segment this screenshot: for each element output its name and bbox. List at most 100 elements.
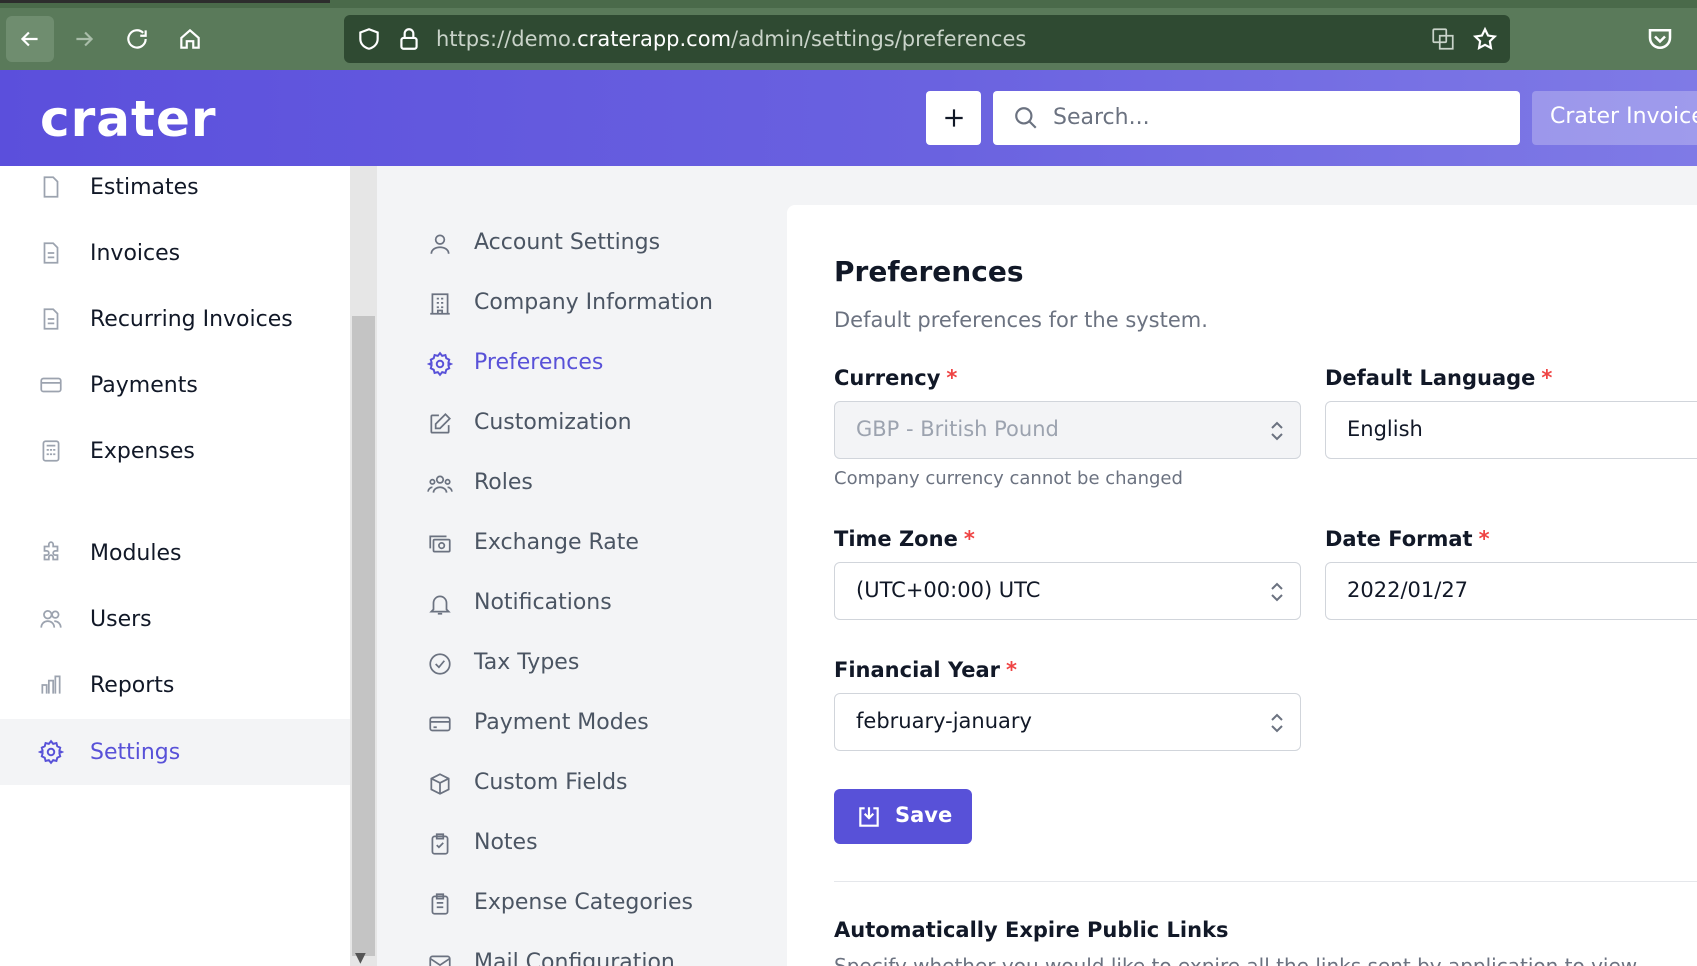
browser-toolbar: https://demo.craterapp.com/admin/setting…	[0, 0, 1697, 70]
settings-nav-expense-categories[interactable]: Expense Categories	[377, 878, 787, 930]
global-search-input[interactable]: Search...	[993, 91, 1520, 145]
office-building-icon	[430, 293, 450, 315]
browser-tab-edge	[0, 0, 330, 3]
settings-nav-customization[interactable]: Customization	[377, 398, 787, 450]
sidebar-item-modules[interactable]: Modules	[0, 520, 350, 586]
plus-icon	[944, 109, 963, 127]
settings-nav-company-information[interactable]: Company Information	[377, 278, 787, 330]
arrow-left-icon	[20, 31, 38, 47]
forward-button[interactable]	[60, 16, 108, 62]
required-mark: *	[1478, 527, 1490, 551]
settings-nav-payment-modes[interactable]: Payment Modes	[377, 698, 787, 750]
expire-links-description: Specify whether you would like to expire…	[834, 954, 1638, 966]
settings-nav-label: Exchange Rate	[474, 530, 639, 555]
date-format-select[interactable]: 2022/01/27	[1325, 562, 1697, 620]
settings-nav: Account Settings Company Information Pre…	[377, 166, 787, 966]
settings-nav-label: Custom Fields	[474, 770, 628, 795]
settings-nav-label: Account Settings	[474, 230, 661, 255]
cash-icon	[429, 535, 451, 553]
lock-icon	[400, 28, 418, 50]
sidebar-item-payments[interactable]: Payments	[0, 352, 350, 418]
sidebar-item-estimates[interactable]: Estimates	[0, 154, 350, 220]
back-button[interactable]	[6, 16, 54, 62]
save-download-icon	[859, 807, 879, 827]
currency-hint: Company currency cannot be changed	[834, 468, 1183, 489]
crater-logo[interactable]: crater	[40, 90, 217, 148]
language-label: Default Language *	[1325, 366, 1553, 390]
pencil-square-icon	[430, 413, 451, 434]
page-subtitle: Default preferences for the system.	[834, 308, 1208, 332]
sidebar-item-recurring-invoices[interactable]: Recurring Invoices	[0, 286, 350, 352]
save-button-label: Save	[895, 803, 953, 827]
puzzle-icon	[43, 541, 59, 561]
settings-nav-roles[interactable]: Roles	[377, 458, 787, 510]
clipboard-list-icon	[431, 893, 449, 915]
settings-nav-notes[interactable]: Notes	[377, 818, 787, 870]
sidebar-item-reports[interactable]: Reports	[0, 652, 350, 718]
cube-icon	[430, 773, 450, 795]
required-mark: *	[963, 527, 975, 551]
required-mark: *	[1541, 366, 1553, 390]
sidebar-item-label: Modules	[90, 540, 182, 566]
settings-nav-preferences[interactable]: Preferences	[377, 338, 787, 390]
settings-nav-label: Mail Configuration	[474, 950, 675, 966]
user-icon	[430, 234, 450, 254]
settings-nav-label: Preferences	[474, 350, 604, 375]
financial-year-select[interactable]: february-january	[834, 693, 1301, 751]
document-text-icon	[43, 242, 59, 264]
settings-nav-label: Roles	[474, 470, 533, 495]
quick-create-button[interactable]	[926, 91, 981, 145]
pocket-icon[interactable]	[1645, 24, 1675, 54]
scroll-down-arrow-icon[interactable]: ▼	[355, 950, 366, 966]
sidebar-item-settings[interactable]: Settings	[0, 719, 350, 785]
settings-nav-account-settings[interactable]: Account Settings	[377, 218, 787, 270]
required-mark: *	[946, 366, 958, 390]
chart-bar-icon	[41, 675, 61, 694]
mail-icon	[429, 955, 451, 966]
save-button[interactable]: Save	[834, 789, 972, 844]
currency-value: GBP - British Pound	[856, 417, 1059, 441]
main-sidebar: Estimates Invoices Recurring Invoices Pa…	[0, 166, 350, 966]
expire-links-title: Automatically Expire Public Links	[834, 918, 1229, 942]
home-icon	[180, 28, 200, 49]
settings-nav-custom-fields[interactable]: Custom Fields	[377, 758, 787, 810]
settings-nav-exchange-rate[interactable]: Exchange Rate	[377, 518, 787, 570]
financial-year-label: Financial Year *	[834, 658, 1017, 682]
settings-nav-tax-types[interactable]: Tax Types	[377, 638, 787, 690]
translate-icon[interactable]	[1430, 26, 1456, 52]
app-header: crater Search... Crater Invoice	[0, 70, 1697, 166]
bookmark-star-icon[interactable]	[1472, 26, 1498, 52]
sidebar-scrollbar-thumb[interactable]	[352, 316, 375, 956]
clipboard-check-icon	[431, 833, 449, 855]
settings-nav-label: Company Information	[474, 290, 714, 315]
date-format-label: Date Format *	[1325, 527, 1490, 551]
sidebar-item-expenses[interactable]: Expenses	[0, 418, 350, 484]
settings-nav-label: Payment Modes	[474, 710, 649, 735]
search-placeholder: Search...	[1053, 105, 1150, 130]
chevron-up-down-icon	[1271, 713, 1283, 733]
home-button[interactable]	[166, 16, 214, 62]
settings-nav-notifications[interactable]: Notifications	[377, 578, 787, 630]
settings-nav-mail-configuration[interactable]: Mail Configuration	[377, 938, 787, 966]
reload-button[interactable]	[113, 16, 161, 62]
calculator-icon	[42, 440, 60, 462]
sidebar-item-label: Users	[90, 606, 152, 632]
currency-select[interactable]: GBP - British Pound	[834, 401, 1301, 459]
language-select[interactable]: English	[1325, 401, 1697, 459]
search-icon	[1015, 107, 1037, 129]
section-divider	[834, 881, 1697, 882]
sidebar-item-label: Estimates	[90, 174, 199, 200]
settings-nav-label: Tax Types	[474, 650, 580, 675]
shield-icon	[359, 28, 379, 50]
reload-icon	[127, 29, 147, 49]
cog-icon	[38, 739, 64, 765]
settings-nav-label: Customization	[474, 410, 632, 435]
timezone-label: Time Zone *	[834, 527, 975, 551]
company-switcher-button[interactable]: Crater Invoice	[1532, 91, 1697, 145]
sidebar-item-invoices[interactable]: Invoices	[0, 220, 350, 286]
sidebar-item-users[interactable]: Users	[0, 586, 350, 652]
address-bar[interactable]: https://demo.craterapp.com/admin/setting…	[344, 15, 1510, 63]
sidebar-item-label: Settings	[90, 739, 181, 765]
user-group-icon	[427, 475, 453, 493]
timezone-select[interactable]: (UTC+00:00) UTC	[834, 562, 1301, 620]
